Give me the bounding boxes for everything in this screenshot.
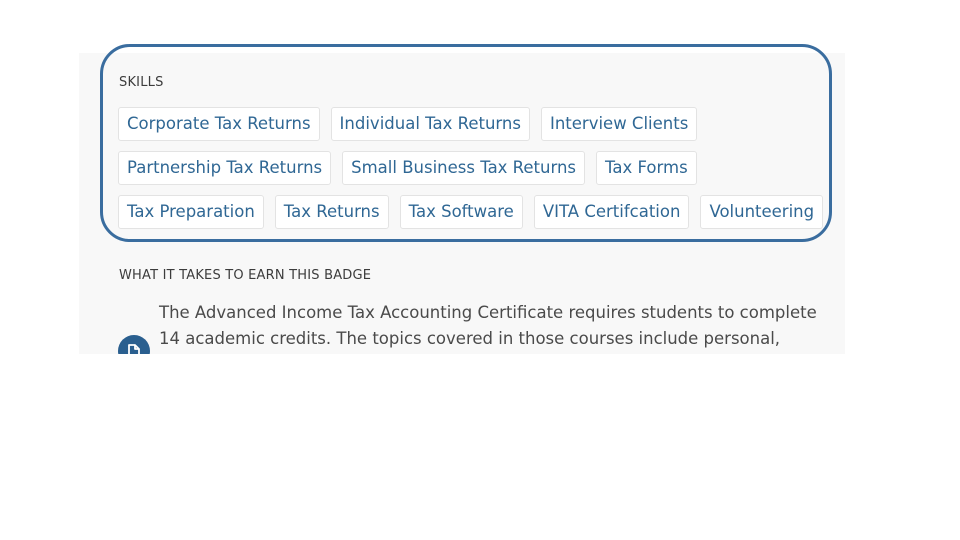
skill-tag-tax-returns[interactable]: Tax Returns xyxy=(274,195,389,229)
skill-tag-vita-certification[interactable]: VITA Certifcation xyxy=(533,195,690,229)
skill-tag-tax-forms[interactable]: Tax Forms xyxy=(596,151,697,185)
skill-tag-tax-software[interactable]: Tax Software xyxy=(399,195,523,229)
skills-row: Partnership Tax Returns Small Business T… xyxy=(118,151,818,185)
skill-tag-small-business-tax-returns[interactable]: Small Business Tax Returns xyxy=(342,151,586,185)
skills-row: Tax Preparation Tax Returns Tax Software… xyxy=(118,195,824,229)
document-icon xyxy=(118,335,150,354)
skills-heading: SKILLS xyxy=(119,75,164,90)
skill-tag-interview-clients[interactable]: Interview Clients xyxy=(540,107,698,141)
skill-tag-tax-preparation[interactable]: Tax Preparation xyxy=(118,195,264,229)
earn-badge-description: The Advanced Income Tax Accounting Certi… xyxy=(159,303,817,348)
badge-details-panel: SKILLS Corporate Tax Returns Individual … xyxy=(79,53,845,354)
document-icon-glyph xyxy=(128,344,140,354)
screenshot-stage: SKILLS Corporate Tax Returns Individual … xyxy=(0,0,960,540)
skills-row: Corporate Tax Returns Individual Tax Ret… xyxy=(118,107,818,141)
skill-tag-individual-tax-returns[interactable]: Individual Tax Returns xyxy=(330,107,530,141)
earn-badge-heading: WHAT IT TAKES TO EARN THIS BADGE xyxy=(119,268,372,283)
skill-tag-partnership-tax-returns[interactable]: Partnership Tax Returns xyxy=(118,151,332,185)
skill-tag-corporate-tax-returns[interactable]: Corporate Tax Returns xyxy=(118,107,320,141)
skills-list: Corporate Tax Returns Individual Tax Ret… xyxy=(118,107,824,239)
skill-tag-volunteering[interactable]: Volunteering xyxy=(700,195,824,229)
